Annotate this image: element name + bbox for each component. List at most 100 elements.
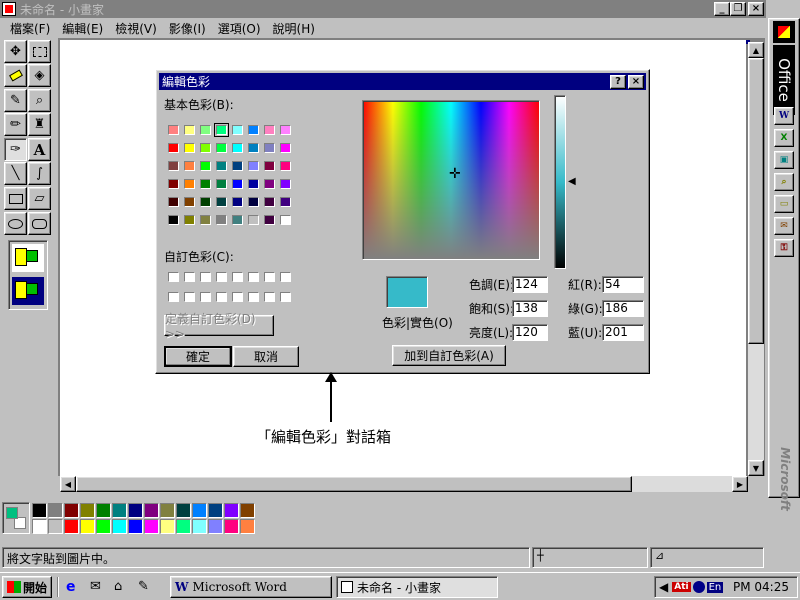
custom-color-swatch[interactable] (280, 272, 291, 282)
foreground-color-swatch[interactable] (6, 507, 18, 519)
powerpoint-shortcut-icon[interactable]: ▣ (774, 151, 794, 169)
minimize-button[interactable]: _ (714, 2, 730, 16)
custom-color-swatch[interactable] (264, 272, 275, 282)
free-select-icon[interactable]: ✥ (4, 40, 27, 63)
magnifier-icon[interactable]: ⌕ (28, 89, 51, 112)
custom-color-swatch[interactable] (232, 292, 243, 302)
vertical-scrollbar[interactable]: ▲ ▼ (748, 42, 764, 476)
sat-input[interactable]: 138 (512, 300, 548, 317)
basic-color-swatch[interactable] (248, 179, 259, 189)
palette-color-swatch[interactable] (160, 519, 175, 534)
luminance-bar[interactable] (554, 95, 566, 269)
palette-color-swatch[interactable] (112, 519, 127, 534)
basic-color-swatch[interactable] (280, 125, 291, 135)
basic-color-swatch[interactable] (264, 161, 275, 171)
ie-quicklaunch-icon[interactable]: e (66, 579, 82, 595)
scroll-right-icon[interactable]: ▶ (732, 476, 748, 492)
basic-color-swatch[interactable] (248, 161, 259, 171)
task-paint[interactable]: 未命名 - 小畫家 (336, 576, 498, 598)
palette-color-swatch[interactable] (144, 519, 159, 534)
dialog-close-button[interactable]: × (628, 74, 644, 89)
basic-color-swatch[interactable] (264, 125, 275, 135)
palette-color-swatch[interactable] (96, 503, 111, 518)
palette-color-swatch[interactable] (80, 519, 95, 534)
basic-color-swatch[interactable] (184, 179, 195, 189)
palette-color-swatch[interactable] (160, 503, 175, 518)
palette-color-swatch[interactable] (64, 503, 79, 518)
basic-color-swatch[interactable] (168, 197, 179, 207)
custom-color-swatch[interactable] (200, 292, 211, 302)
basic-color-swatch[interactable] (216, 143, 227, 153)
fill-bucket-icon[interactable]: ◈ (28, 64, 51, 87)
custom-color-swatch[interactable] (232, 272, 243, 282)
custom-color-swatch[interactable] (248, 272, 259, 282)
palette-color-swatch[interactable] (80, 503, 95, 518)
rounded-rect-icon[interactable] (28, 212, 51, 235)
basic-color-swatch[interactable] (232, 161, 243, 171)
basic-color-swatch[interactable] (232, 197, 243, 207)
pencil-icon[interactable]: ✏ (4, 113, 27, 136)
basic-color-swatch[interactable] (216, 215, 227, 225)
custom-color-swatch[interactable] (216, 292, 227, 302)
basic-color-swatch[interactable] (200, 161, 211, 171)
custom-color-swatch[interactable] (168, 292, 179, 302)
basic-color-swatch[interactable] (184, 215, 195, 225)
palette-color-swatch[interactable] (192, 519, 207, 534)
restore-button[interactable]: ❐ (730, 2, 746, 16)
basic-color-swatch[interactable] (264, 179, 275, 189)
paint-app-icon[interactable] (2, 2, 16, 16)
scroll-down-icon[interactable]: ▼ (748, 460, 764, 476)
palette-color-swatch[interactable] (176, 503, 191, 518)
close-button[interactable]: × (748, 2, 764, 16)
horizontal-scrollbar[interactable]: ◀ ▶ (60, 476, 748, 492)
green-input[interactable]: 186 (602, 300, 644, 317)
palette-color-swatch[interactable] (112, 503, 127, 518)
polygon-icon[interactable]: ▱ (28, 187, 51, 210)
curve-icon[interactable]: ∫ (28, 162, 51, 185)
eraser-icon[interactable] (4, 64, 27, 87)
language-indicator[interactable]: En (706, 581, 724, 593)
basic-color-swatch[interactable] (214, 123, 229, 137)
basic-color-swatch[interactable] (168, 161, 179, 171)
palette-color-swatch[interactable] (224, 519, 239, 534)
basic-color-swatch[interactable] (264, 215, 275, 225)
transparent-option-icon[interactable] (12, 277, 44, 305)
basic-color-swatch[interactable] (232, 125, 243, 135)
basic-color-swatch[interactable] (184, 143, 195, 153)
vertical-scroll-thumb[interactable] (748, 58, 764, 344)
basic-color-swatch[interactable] (232, 179, 243, 189)
palette-color-swatch[interactable] (176, 519, 191, 534)
basic-color-swatch[interactable] (248, 197, 259, 207)
custom-color-swatch[interactable] (168, 272, 179, 282)
scroll-left-icon[interactable]: ◀ (60, 476, 76, 492)
custom-color-swatch[interactable] (200, 272, 211, 282)
ok-button[interactable]: 確定 (164, 346, 232, 367)
ati-icon[interactable]: Ati (672, 582, 691, 592)
excel-shortcut-icon[interactable]: X (774, 129, 794, 147)
basic-color-swatch[interactable] (264, 143, 275, 153)
menu-image[interactable]: 影像(I) (163, 20, 212, 37)
basic-color-swatch[interactable] (184, 161, 195, 171)
blue-input[interactable]: 201 (602, 324, 644, 341)
color-spectrum[interactable]: ✛ (362, 100, 540, 260)
network-icon[interactable] (692, 581, 705, 593)
clock[interactable]: PM 04:25 (733, 580, 789, 594)
menu-view[interactable]: 檢視(V) (109, 20, 163, 37)
brush-icon[interactable]: ♜ (28, 113, 51, 136)
line-icon[interactable]: ╲ (4, 162, 27, 185)
task-word[interactable]: W Microsoft Word (170, 576, 332, 598)
palette-color-swatch[interactable] (144, 503, 159, 518)
red-input[interactable]: 54 (602, 276, 644, 293)
basic-color-swatch[interactable] (200, 197, 211, 207)
palette-color-swatch[interactable] (128, 519, 143, 534)
help-button[interactable]: ? (610, 74, 626, 89)
basic-color-swatch[interactable] (200, 125, 211, 135)
start-button[interactable]: 開始 (2, 576, 52, 598)
basic-color-swatch[interactable] (264, 197, 275, 207)
palette-color-swatch[interactable] (64, 519, 79, 534)
basic-color-swatch[interactable] (168, 143, 179, 153)
basic-color-swatch[interactable] (168, 179, 179, 189)
basic-color-swatch[interactable] (248, 215, 259, 225)
palette-color-swatch[interactable] (48, 519, 63, 534)
airbrush-icon[interactable]: ✑ (4, 138, 27, 161)
